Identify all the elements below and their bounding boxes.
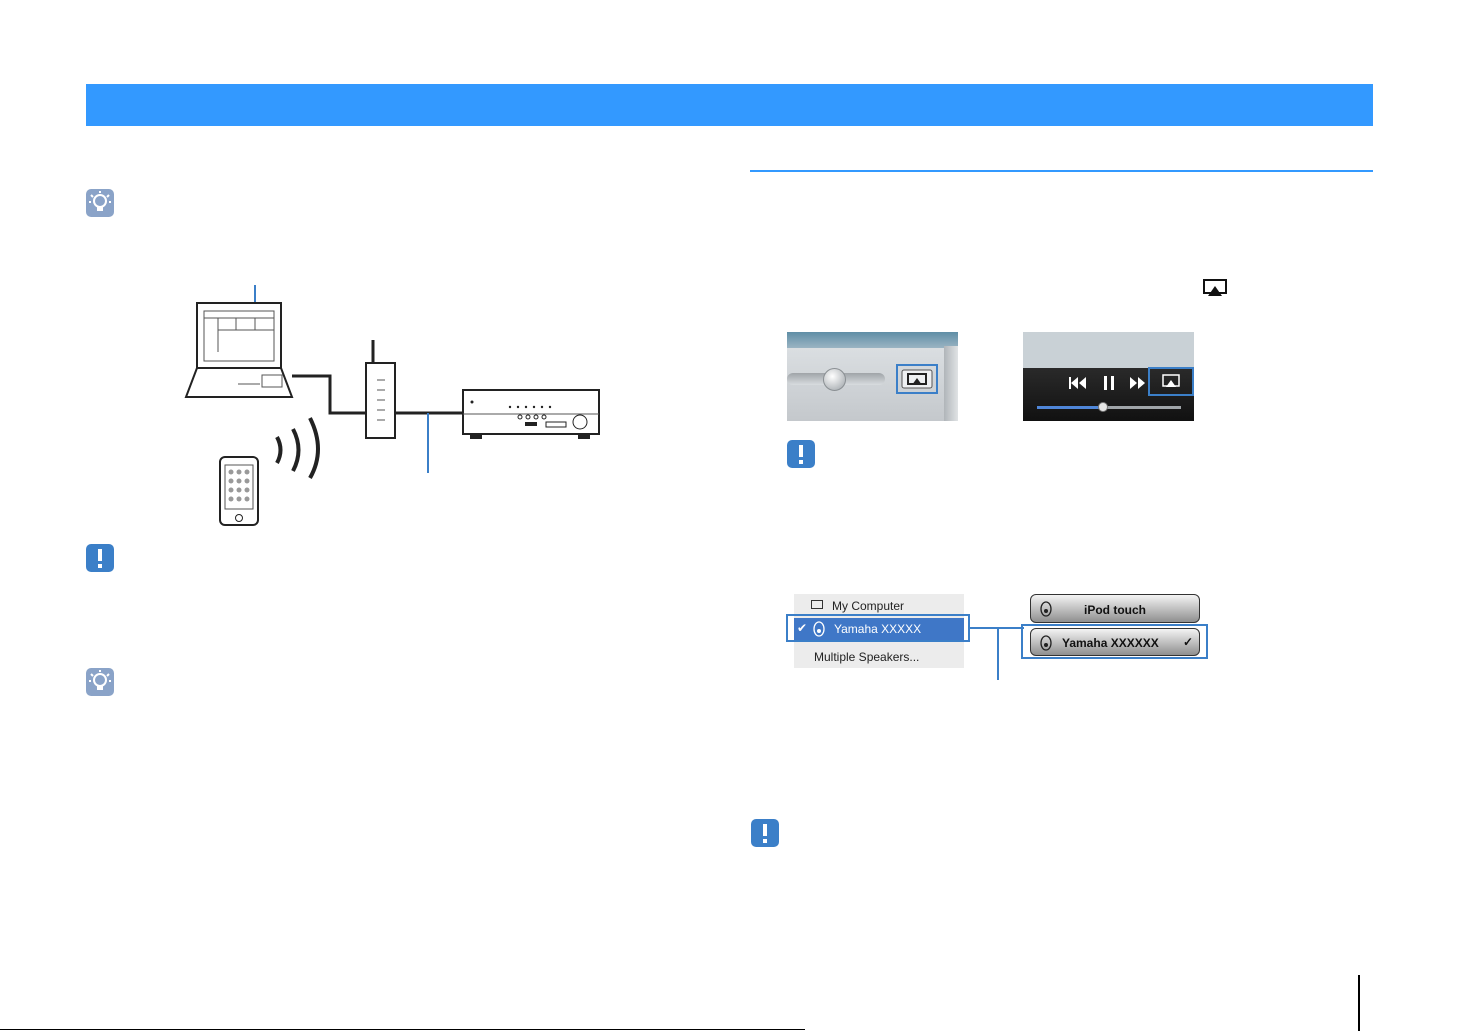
previous-track-icon[interactable] [1069, 376, 1087, 390]
ios-volume-knob[interactable] [1098, 402, 1108, 412]
exclamation-icon [751, 819, 779, 847]
itunes-side-panel [944, 346, 958, 421]
callout-connector [968, 627, 1024, 680]
ios-volume-fill [1037, 406, 1103, 409]
itunes-player-screenshot [787, 332, 958, 421]
mobile-device-illustration [219, 456, 259, 526]
volume-slider-knob[interactable] [823, 368, 846, 391]
av-receiver-illustration [462, 389, 600, 439]
lightbulb-icon [86, 189, 114, 217]
menu-item-my-computer[interactable]: My Computer [832, 599, 904, 613]
exclamation-icon [787, 440, 815, 468]
airplay-icon [901, 369, 933, 389]
wireless-signal-icon [275, 417, 320, 479]
network-connection-diagram [184, 285, 600, 526]
ios-menu-item-ipod-touch[interactable]: iPod touch [1030, 594, 1200, 623]
next-track-icon[interactable] [1129, 376, 1147, 390]
exclamation-icon [86, 544, 114, 572]
router-illustration [365, 340, 396, 439]
speaker-icon [1040, 601, 1052, 617]
airplay-button-highlight[interactable] [896, 364, 938, 394]
section-header-bar [86, 84, 1373, 126]
page-edge-line [1358, 975, 1360, 1031]
airplay-icon [1203, 279, 1227, 296]
selection-highlight-ios [1021, 624, 1208, 659]
section-divider [750, 170, 1373, 172]
selection-highlight-itunes [786, 614, 970, 642]
computer-icon [811, 600, 823, 609]
footer-rule [0, 1029, 805, 1030]
lightbulb-icon [86, 668, 114, 696]
ios-player-screenshot [1023, 332, 1194, 421]
cable-computer-router [292, 374, 366, 415]
computer-illustration [184, 302, 294, 398]
menu-item-multiple-speakers[interactable]: Multiple Speakers... [814, 650, 919, 664]
itunes-title-strip [787, 332, 958, 348]
pause-icon[interactable] [1103, 376, 1115, 390]
ios-menu-label-ipod: iPod touch [1084, 603, 1146, 617]
airplay-icon [1162, 374, 1180, 387]
airplay-button-highlight[interactable] [1148, 367, 1194, 396]
